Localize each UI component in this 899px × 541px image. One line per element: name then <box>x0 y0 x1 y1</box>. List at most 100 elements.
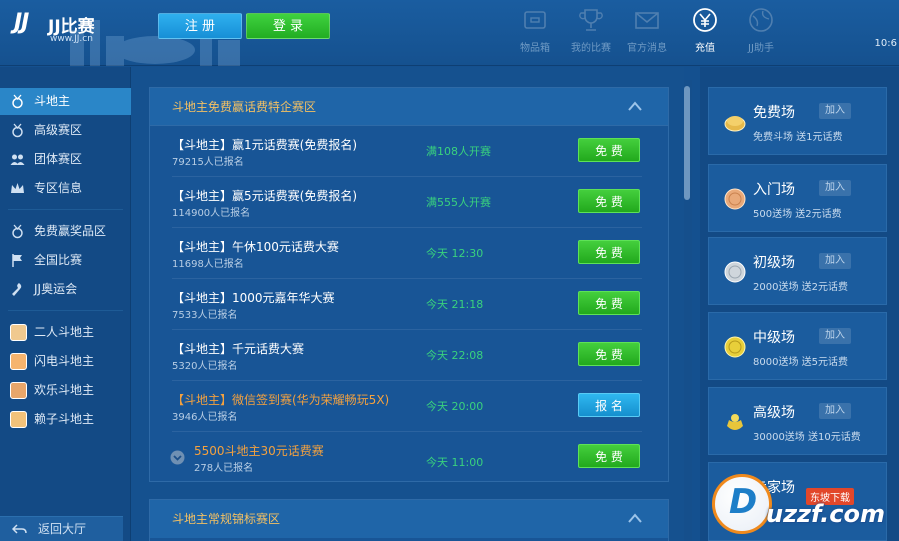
watermark-logo-letter: D <box>729 482 758 522</box>
sidebar-item-national[interactable]: 全国比赛 <box>0 247 131 274</box>
coin-icon <box>727 414 743 430</box>
free-join-button[interactable]: 免 费 <box>578 342 640 366</box>
watermark-brand: uzzf.com <box>766 500 885 528</box>
panel-header[interactable]: 斗地主常规锦标赛区 <box>150 500 668 538</box>
room-card-intermediate[interactable]: 中级场 加入 8000送场 送5元话费 <box>708 312 887 380</box>
group-icon <box>10 154 25 165</box>
room-card-advanced[interactable]: 高级场 加入 30000送场 送10元话费 <box>708 387 887 455</box>
sidebar-item-label: 全国比赛 <box>34 253 83 267</box>
regular-championship-panel: 斗地主常规锦标赛区 <box>149 499 669 541</box>
match-start: 今天 12:30 <box>426 247 484 260</box>
sidebar-item-label: 斗地主 <box>34 94 71 108</box>
join-button[interactable]: 加入 <box>819 328 851 344</box>
free-join-button[interactable]: 免 费 <box>578 189 640 213</box>
chevron-up-icon[interactable] <box>628 513 642 523</box>
nav-item-jj-assistant[interactable]: JJ助手 <box>731 6 791 54</box>
match-signups: 7533人已报名 <box>172 310 238 321</box>
nav-item-items-box[interactable]: 物品箱 <box>505 6 565 54</box>
sidebar-item-doudizhu[interactable]: 斗地主 <box>0 88 131 115</box>
room-title: 入门场 <box>753 182 795 198</box>
room-card-beginner[interactable]: 入门场 加入 500送场 送2元话费 <box>708 164 887 232</box>
nav-item-my-matches[interactable]: 我的比赛 <box>561 6 621 54</box>
panel-header[interactable]: 斗地主免费赢话费特企赛区 <box>150 88 668 126</box>
sidebar-item-laizi[interactable]: 赖子斗地主 <box>0 406 131 433</box>
sidebar-item-label: JJ奥运会 <box>34 282 78 296</box>
free-join-button[interactable]: 免 费 <box>578 291 640 315</box>
match-row[interactable]: 5500斗地主30元话费赛 278人已报名 今天 11:00 免 费 <box>170 432 642 483</box>
free-match-panel: 斗地主免费赢话费特企赛区 【斗地主】赢1元话费赛(免费报名) 79215人已报名… <box>149 87 669 482</box>
avatar <box>10 411 27 428</box>
trophy-icon <box>579 9 603 31</box>
join-button[interactable]: 加入 <box>819 103 851 119</box>
site-watermark: D 东坡下载 uzzf.com <box>706 470 899 541</box>
sidebar-item-label: 赖子斗地主 <box>34 412 95 426</box>
free-join-button[interactable]: 免 费 <box>578 444 640 468</box>
match-row[interactable]: 【斗地主】赢1元话费赛(免费报名) 79215人已报名 满108人开赛 免 费 <box>172 126 642 177</box>
expand-circle-icon[interactable] <box>170 450 185 465</box>
coin-icon <box>724 261 746 283</box>
match-row[interactable]: 【斗地主】1000元嘉年华大赛 7533人已报名 今天 21:18 免 费 <box>172 279 642 330</box>
nav-item-recharge[interactable]: 充值 <box>675 6 735 54</box>
panel-title: 斗地主常规锦标赛区 <box>172 512 281 526</box>
chevron-up-icon[interactable] <box>628 101 642 111</box>
join-button[interactable]: 加入 <box>819 180 851 196</box>
jj-logo[interactable]: JJ JJ比赛 www.JJ.cn <box>14 10 104 50</box>
sidebar-item-jj-olympics[interactable]: JJ奥运会 <box>0 276 131 303</box>
scrollbar-thumb[interactable] <box>684 86 690 200</box>
room-desc: 30000送场 送10元话费 <box>753 432 861 443</box>
sidebar-item-special-info[interactable]: 专区信息 <box>0 175 131 202</box>
match-row[interactable]: 【斗地主】赢5元话费赛(免费报名) 114900人已报名 满555人开赛 免 费 <box>172 177 642 228</box>
room-desc: 免费斗场 送1元话费 <box>753 132 843 143</box>
sidebar-item-label: 免费赢奖品区 <box>34 224 107 238</box>
match-title: 【斗地主】赢1元话费赛(免费报名) <box>172 138 357 152</box>
match-signups: 114900人已报名 <box>172 208 251 219</box>
free-join-button[interactable]: 免 费 <box>578 138 640 162</box>
join-button[interactable]: 加入 <box>819 253 851 269</box>
coin-icon <box>724 188 746 210</box>
flag-icon <box>12 254 22 267</box>
panel-title: 斗地主免费赢话费特企赛区 <box>172 100 317 114</box>
back-label: 返回大厅 <box>38 522 87 536</box>
match-start: 满555人开赛 <box>426 196 491 209</box>
register-button[interactable]: 注 册 <box>158 13 242 39</box>
room-card-free[interactable]: 免费场 加入 免费斗场 送1元话费 <box>708 87 887 155</box>
sidebar-item-two-player[interactable]: 二人斗地主 <box>0 319 131 346</box>
match-row[interactable]: 【斗地主】千元话费大赛 5320人已报名 今天 22:08 免 费 <box>172 330 642 381</box>
room-title: 中级场 <box>753 330 795 346</box>
yen-icon <box>693 8 717 32</box>
sidebar-item-free-prizes[interactable]: 免费赢奖品区 <box>0 218 131 245</box>
sidebar-item-happy[interactable]: 欢乐斗地主 <box>0 377 131 404</box>
back-to-lobby-button[interactable]: 返回大厅 <box>0 516 123 541</box>
match-list-area: 斗地主免费赢话费特企赛区 【斗地主】赢1元话费赛(免费报名) 79215人已报名… <box>131 67 684 541</box>
match-signups: 3946人已报名 <box>172 412 238 423</box>
clock-readout: 10:6 <box>874 38 897 49</box>
torch-icon <box>12 283 22 296</box>
match-row[interactable]: 【斗地主】微信签到赛(华为荣耀畅玩5X) 3946人已报名 今天 20:00 报… <box>172 381 642 432</box>
match-start: 满108人开赛 <box>426 145 491 158</box>
login-button[interactable]: 登 录 <box>246 13 330 39</box>
match-start: 今天 21:18 <box>426 298 484 311</box>
match-start: 今天 20:00 <box>426 400 484 413</box>
sidebar-item-advanced-zone[interactable]: 高级赛区 <box>0 117 131 144</box>
sidebar-item-label: 二人斗地主 <box>34 325 95 339</box>
match-title: 【斗地主】微信签到赛(华为荣耀畅玩5X) <box>172 393 390 407</box>
sidebar-item-team-zone[interactable]: 团体赛区 <box>0 146 131 173</box>
room-desc: 2000送场 送2元话费 <box>753 282 848 293</box>
sidebar-divider <box>8 310 123 311</box>
coin-icon <box>724 116 746 132</box>
sidebar-item-label: 欢乐斗地主 <box>34 383 95 397</box>
crown-icon <box>11 183 24 193</box>
sidebar-item-label: 专区信息 <box>34 181 83 195</box>
top-header: JJ JJ比赛 www.JJ.cn 注 册 登 录 物品箱 我的比赛 官方消息 … <box>0 0 899 66</box>
signup-button[interactable]: 报 名 <box>578 393 640 417</box>
nav-item-official-messages[interactable]: 官方消息 <box>617 6 677 54</box>
room-title: 初级场 <box>753 255 795 271</box>
match-row[interactable]: 【斗地主】午休100元话费大赛 11698人已报名 今天 12:30 免 费 <box>172 228 642 279</box>
room-card-junior[interactable]: 初级场 加入 2000送场 送2元话费 <box>708 237 887 305</box>
globe-icon <box>749 8 773 32</box>
sidebar-item-lightning[interactable]: 闪电斗地主 <box>0 348 131 375</box>
left-sidebar: 斗地主 高级赛区 团体赛区 专区信息 免费赢奖品区 全国比赛 JJ奥运会 二人斗… <box>0 67 131 541</box>
join-button[interactable]: 加入 <box>819 403 851 419</box>
box-icon <box>524 11 546 29</box>
free-join-button[interactable]: 免 费 <box>578 240 640 264</box>
